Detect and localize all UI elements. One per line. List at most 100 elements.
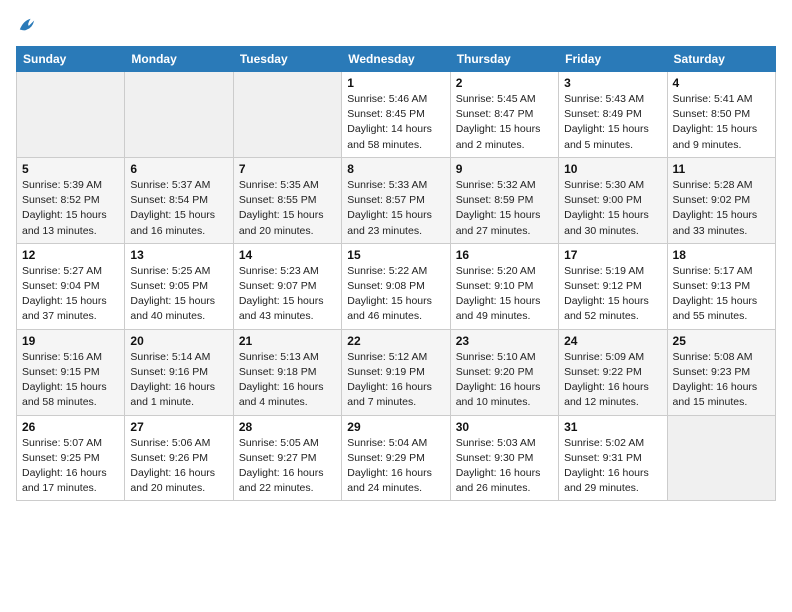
day-number: 16 [456,248,553,262]
day-info: Sunrise: 5:06 AMSunset: 9:26 PMDaylight:… [130,436,227,497]
day-number: 29 [347,420,444,434]
calendar-cell: 13 Sunrise: 5:25 AMSunset: 9:05 PMDayligh… [125,243,233,329]
calendar-cell: 7Sunrise: 5:35 AMSunset: 8:55 PMDaylight… [233,157,341,243]
day-number: 20 [130,334,227,348]
day-number: 1 [347,76,444,90]
day-number: 23 [456,334,553,348]
day-number: 2 [456,76,553,90]
day-info: Sunrise: 5:02 AMSunset: 9:31 PMDaylight:… [564,436,661,497]
calendar-cell: 9Sunrise: 5:32 AMSunset: 8:59 PMDaylight… [450,157,558,243]
calendar-cell: 8 Sunrise: 5:33 AMSunset: 8:57 PMDaylight… [342,157,450,243]
calendar-cell: 11 Sunrise: 5:28 AMSunset: 9:02 PMDayligh… [667,157,775,243]
calendar-week-2: 5 Sunrise: 5:39 AMSunset: 8:52 PMDaylight… [17,157,776,243]
day-info: Sunrise: 5:28 AMSunset: 9:02 PMDaylight:… [673,178,770,239]
day-number: 18 [673,248,770,262]
calendar-cell: 18 Sunrise: 5:17 AMSunset: 9:13 PMDayligh… [667,243,775,329]
day-number: 7 [239,162,336,176]
day-info: Sunrise: 5:33 AMSunset: 8:57 PMDaylight:… [347,178,444,239]
day-info: Sunrise: 5:07 AMSunset: 9:25 PMDaylight:… [22,436,119,497]
day-info: Sunrise: 5:41 AMSunset: 8:50 PMDaylight:… [673,92,770,153]
day-number: 14 [239,248,336,262]
weekday-header-friday: Friday [559,47,667,72]
calendar-cell: 22 Sunrise: 5:12 AMSunset: 9:19 PMDayligh… [342,329,450,415]
calendar-week-5: 26 Sunrise: 5:07 AMSunset: 9:25 PMDayligh… [17,415,776,501]
day-info: Sunrise: 5:27 AMSunset: 9:04 PMDaylight:… [22,264,119,325]
day-number: 31 [564,420,661,434]
day-info: Sunrise: 5:14 AMSunset: 9:16 PMDaylight:… [130,350,227,411]
calendar-cell: 21 Sunrise: 5:13 AMSunset: 9:18 PMDayligh… [233,329,341,415]
calendar-cell: 24Sunrise: 5:09 AMSunset: 9:22 PMDayligh… [559,329,667,415]
weekday-header-monday: Monday [125,47,233,72]
day-number: 10 [564,162,661,176]
day-info: Sunrise: 5:46 AMSunset: 8:45 PMDaylight:… [347,92,444,153]
calendar-cell [667,415,775,501]
day-info: Sunrise: 5:45 AMSunset: 8:47 PMDaylight:… [456,92,553,153]
calendar-cell: 16Sunrise: 5:20 AMSunset: 9:10 PMDayligh… [450,243,558,329]
day-info: Sunrise: 5:12 AMSunset: 9:19 PMDaylight:… [347,350,444,411]
calendar-cell: 5 Sunrise: 5:39 AMSunset: 8:52 PMDaylight… [17,157,125,243]
calendar-cell: 17 Sunrise: 5:19 AMSunset: 9:12 PMDayligh… [559,243,667,329]
day-number: 28 [239,420,336,434]
calendar-cell [17,72,125,158]
calendar-table: SundayMondayTuesdayWednesdayThursdayFrid… [16,46,776,501]
calendar-cell: 20 Sunrise: 5:14 AMSunset: 9:16 PMDayligh… [125,329,233,415]
weekday-header-thursday: Thursday [450,47,558,72]
day-info: Sunrise: 5:19 AMSunset: 9:12 PMDaylight:… [564,264,661,325]
calendar-cell: 6 Sunrise: 5:37 AMSunset: 8:54 PMDaylight… [125,157,233,243]
day-info: Sunrise: 5:30 AMSunset: 9:00 PMDaylight:… [564,178,661,239]
weekday-header-tuesday: Tuesday [233,47,341,72]
calendar-cell: 31 Sunrise: 5:02 AMSunset: 9:31 PMDayligh… [559,415,667,501]
weekday-header-row: SundayMondayTuesdayWednesdayThursdayFrid… [17,47,776,72]
calendar-cell: 10 Sunrise: 5:30 AMSunset: 9:00 PMDayligh… [559,157,667,243]
calendar-cell: 15 Sunrise: 5:22 AMSunset: 9:08 PMDayligh… [342,243,450,329]
logo [16,16,36,34]
calendar-week-1: 1 Sunrise: 5:46 AMSunset: 8:45 PMDaylight… [17,72,776,158]
day-info: Sunrise: 5:23 AMSunset: 9:07 PMDaylight:… [239,264,336,325]
calendar-cell: 29 Sunrise: 5:04 AMSunset: 9:29 PMDayligh… [342,415,450,501]
calendar-cell [233,72,341,158]
day-info: Sunrise: 5:09 AMSunset: 9:22 PMDaylight:… [564,350,661,411]
weekday-header-wednesday: Wednesday [342,47,450,72]
weekday-header-sunday: Sunday [17,47,125,72]
calendar-week-4: 19Sunrise: 5:16 AMSunset: 9:15 PMDayligh… [17,329,776,415]
day-info: Sunrise: 5:17 AMSunset: 9:13 PMDaylight:… [673,264,770,325]
day-number: 11 [673,162,770,176]
day-number: 13 [130,248,227,262]
day-number: 21 [239,334,336,348]
day-number: 15 [347,248,444,262]
day-info: Sunrise: 5:25 AMSunset: 9:05 PMDaylight:… [130,264,227,325]
day-number: 17 [564,248,661,262]
day-info: Sunrise: 5:08 AMSunset: 9:23 PMDaylight:… [673,350,770,411]
day-info: Sunrise: 5:39 AMSunset: 8:52 PMDaylight:… [22,178,119,239]
calendar-cell: 4 Sunrise: 5:41 AMSunset: 8:50 PMDaylight… [667,72,775,158]
day-number: 19 [22,334,119,348]
day-info: Sunrise: 5:37 AMSunset: 8:54 PMDaylight:… [130,178,227,239]
calendar-week-3: 12Sunrise: 5:27 AMSunset: 9:04 PMDayligh… [17,243,776,329]
day-number: 27 [130,420,227,434]
weekday-header-saturday: Saturday [667,47,775,72]
page-header [16,16,776,34]
calendar-cell: 25 Sunrise: 5:08 AMSunset: 9:23 PMDayligh… [667,329,775,415]
day-info: Sunrise: 5:13 AMSunset: 9:18 PMDaylight:… [239,350,336,411]
calendar-cell: 23 Sunrise: 5:10 AMSunset: 9:20 PMDayligh… [450,329,558,415]
logo-bird-icon [18,16,36,34]
calendar-cell: 30Sunrise: 5:03 AMSunset: 9:30 PMDayligh… [450,415,558,501]
day-number: 5 [22,162,119,176]
day-number: 26 [22,420,119,434]
day-number: 25 [673,334,770,348]
day-info: Sunrise: 5:05 AMSunset: 9:27 PMDaylight:… [239,436,336,497]
calendar-cell: 1 Sunrise: 5:46 AMSunset: 8:45 PMDaylight… [342,72,450,158]
calendar-cell: 12Sunrise: 5:27 AMSunset: 9:04 PMDayligh… [17,243,125,329]
day-info: Sunrise: 5:04 AMSunset: 9:29 PMDaylight:… [347,436,444,497]
day-number: 8 [347,162,444,176]
day-number: 30 [456,420,553,434]
day-number: 6 [130,162,227,176]
day-number: 22 [347,334,444,348]
calendar-cell: 14 Sunrise: 5:23 AMSunset: 9:07 PMDayligh… [233,243,341,329]
day-info: Sunrise: 5:22 AMSunset: 9:08 PMDaylight:… [347,264,444,325]
day-number: 4 [673,76,770,90]
day-info: Sunrise: 5:10 AMSunset: 9:20 PMDaylight:… [456,350,553,411]
calendar-cell: 28 Sunrise: 5:05 AMSunset: 9:27 PMDayligh… [233,415,341,501]
calendar-cell: 27 Sunrise: 5:06 AMSunset: 9:26 PMDayligh… [125,415,233,501]
day-info: Sunrise: 5:43 AMSunset: 8:49 PMDaylight:… [564,92,661,153]
